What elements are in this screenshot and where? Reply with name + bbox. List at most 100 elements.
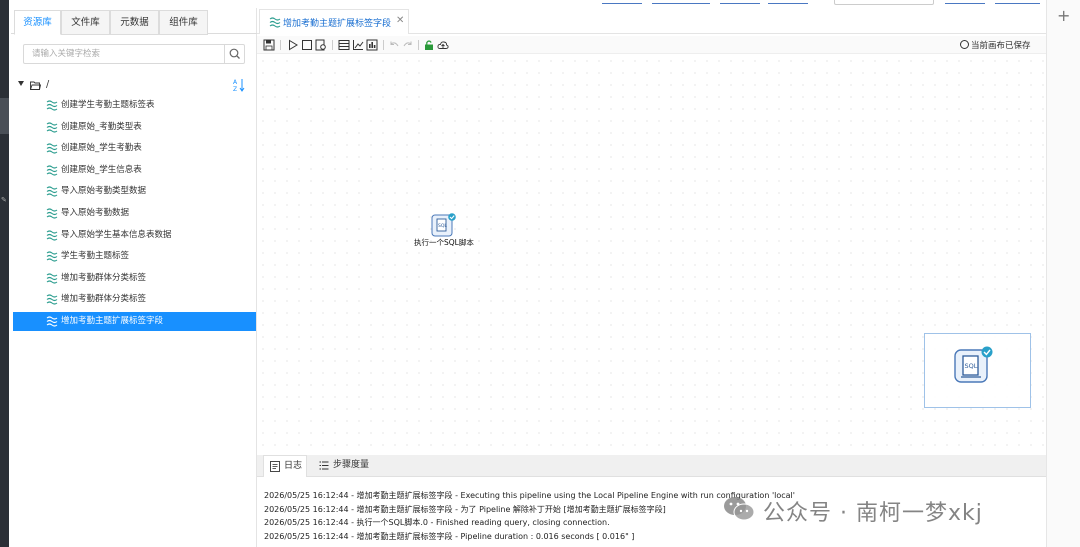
tree-item[interactable]: 创建原始_考勤类型表: [13, 118, 256, 137]
add-icon[interactable]: +: [1057, 6, 1070, 25]
tree-item-label: 增加考勤群体分类标签: [61, 294, 147, 305]
tree-item[interactable]: 创建学生考勤主题标签表: [13, 96, 256, 115]
tree-item-label: 导入原始考勤类型数据: [61, 186, 147, 197]
wechat-logo-icon: [724, 497, 755, 521]
log-icon: [270, 461, 280, 472]
tree-root[interactable]: / A Z: [11, 78, 257, 94]
activity-strip-active-marker: [0, 98, 9, 134]
redo-icon[interactable]: [402, 39, 414, 51]
header-link-fragment[interactable]: [652, 0, 710, 4]
log-line: 2026/05/25 16:12:44 - 增加考勤主题扩展标签字段 - Pip…: [264, 531, 635, 541]
tab-metadata[interactable]: 元数据: [110, 10, 159, 35]
bottom-tabs: 日志 步骤度量: [257, 455, 1046, 477]
canvas-saved-status: 当前画布已保存: [960, 39, 1031, 51]
tree-item-label: 导入原始考勤数据: [61, 208, 130, 218]
close-icon[interactable]: ✕: [396, 15, 404, 26]
resource-search: [23, 44, 245, 64]
pipeline-icon: [46, 230, 58, 241]
tree-item[interactable]: 导入原始考勤类型数据: [13, 182, 256, 201]
tree-item[interactable]: 学生考勤主题标签: [13, 247, 256, 266]
pipeline-icon: [46, 186, 58, 197]
pipeline-icon: [46, 208, 58, 219]
lock-icon[interactable]: [423, 39, 435, 51]
pipeline-icon: [46, 122, 58, 133]
preview-icon[interactable]: [315, 39, 327, 51]
tree-root-label: /: [46, 79, 50, 90]
tab-log[interactable]: 日志: [263, 455, 307, 477]
minimap-sql-icon: SQL: [954, 346, 993, 383]
search-button[interactable]: [224, 45, 244, 63]
folder-open-icon: [30, 81, 41, 90]
canvas-saved-text: 当前画布已保存: [971, 41, 1031, 51]
right-side-strip: +: [1046, 0, 1080, 547]
sql-script-icon[interactable]: SQL: [431, 213, 457, 237]
tree-item-label: 创建原始_学生考勤表: [61, 143, 142, 154]
editor-tab-pipeline[interactable]: 增加考勤主题扩展标签字段 ✕: [259, 9, 409, 34]
sort-az-icon[interactable]: A Z: [233, 78, 245, 92]
tree-item[interactable]: 增加考勤群体分类标签: [13, 269, 256, 288]
chart-icon[interactable]: [352, 39, 364, 51]
editor-tab-label: 增加考勤主题扩展标签字段: [283, 19, 392, 29]
pipeline-icon: [269, 17, 281, 28]
editor-toolbar: 当前画布已保存: [257, 36, 1046, 54]
tree-item-label: 创建原始_考勤类型表: [61, 121, 142, 132]
tree-item-label: 创建原始_学生信息表: [61, 164, 142, 175]
header-link-fragment[interactable]: [602, 0, 642, 4]
step-label: 执行一个SQL脚本: [414, 238, 474, 247]
pipeline-editor: 增加考勤主题扩展标签字段 ✕ 当前画布已保存 SQL 执行一个SQL脚本 SQL…: [257, 8, 1046, 547]
activity-strip-glyph: ✎: [1, 196, 7, 204]
tree-item[interactable]: 增加考勤群体分类标签: [13, 290, 256, 309]
toolbar-separator: [383, 40, 384, 50]
tab-component-library[interactable]: 组件库: [159, 10, 208, 35]
pipeline-icon: [46, 251, 58, 262]
tree-item-label: 创建学生考勤主题标签表: [61, 100, 155, 110]
pipeline-icon: [46, 273, 58, 284]
tree-item[interactable]: 导入原始学生基本信息表数据: [13, 226, 256, 245]
tab-file-library[interactable]: 文件库: [61, 10, 110, 35]
pipeline-icon: [46, 100, 58, 111]
pipeline-canvas[interactable]: SQL 执行一个SQL脚本 SQL: [257, 55, 1046, 455]
editor-tabs: 增加考勤主题扩展标签字段 ✕: [257, 8, 1046, 34]
toolbar-separator: [332, 40, 333, 50]
tab-repository[interactable]: 资源库: [14, 10, 61, 35]
header-link-fragment[interactable]: [720, 0, 760, 4]
save-icon[interactable]: [263, 39, 275, 51]
resource-panel: 资源库 文件库 元数据 组件库 / A Z: [11, 8, 257, 547]
header-link-fragment[interactable]: [995, 0, 1040, 4]
top-header-remnant: [600, 0, 1046, 6]
toolbar-separator: [280, 40, 281, 50]
pipeline-icon: [46, 143, 58, 154]
tab-log-label: 日志: [284, 461, 303, 471]
stop-icon[interactable]: [301, 39, 313, 51]
tree-item-label: 导入原始学生基本信息表数据: [61, 229, 172, 240]
header-link-fragment[interactable]: [768, 0, 808, 4]
tab-step-metrics[interactable]: 步骤度量: [313, 455, 377, 477]
pipeline-icon: [46, 294, 58, 305]
tree-item-label: 增加考勤群体分类标签: [61, 272, 147, 283]
tree-item[interactable]: 创建原始_学生信息表: [13, 161, 256, 180]
tree-item[interactable]: 导入原始考勤数据: [13, 204, 256, 223]
pipeline-icon: [46, 316, 58, 327]
search-input[interactable]: [24, 45, 224, 63]
undo-icon[interactable]: [388, 39, 400, 51]
svg-text:A: A: [233, 79, 238, 86]
run-icon[interactable]: [287, 39, 299, 51]
watermark-text: 公众号 · 南柯一梦xkj: [763, 501, 983, 526]
upload-icon[interactable]: [437, 39, 449, 51]
caret-down-icon[interactable]: [18, 81, 24, 86]
left-activity-strip: ✎: [0, 0, 9, 547]
canvas-minimap[interactable]: SQL: [924, 333, 1031, 408]
metrics-icon[interactable]: [366, 39, 378, 51]
resource-panel-tabs: 资源库 文件库 元数据 组件库: [11, 8, 257, 35]
tab-step-metrics-label: 步骤度量: [333, 460, 370, 470]
minimap-icon-text: SQL: [965, 362, 978, 370]
metrics-list-icon: [319, 461, 329, 470]
tree-item[interactable]: 创建原始_学生考勤表: [13, 139, 256, 158]
header-link-fragment[interactable]: [945, 0, 985, 4]
header-search-box[interactable]: [834, 0, 934, 5]
pipeline-icon: [46, 165, 58, 176]
tree-item[interactable]: 增加考勤主题扩展标签字段: [13, 312, 256, 331]
search-icon: [229, 48, 240, 59]
app-window: ✎ 资源库 文件库 元数据 组件库 请输入关键字检索 / A Z 创建学生考勤主…: [0, 0, 1080, 547]
grid-icon[interactable]: [338, 39, 350, 51]
